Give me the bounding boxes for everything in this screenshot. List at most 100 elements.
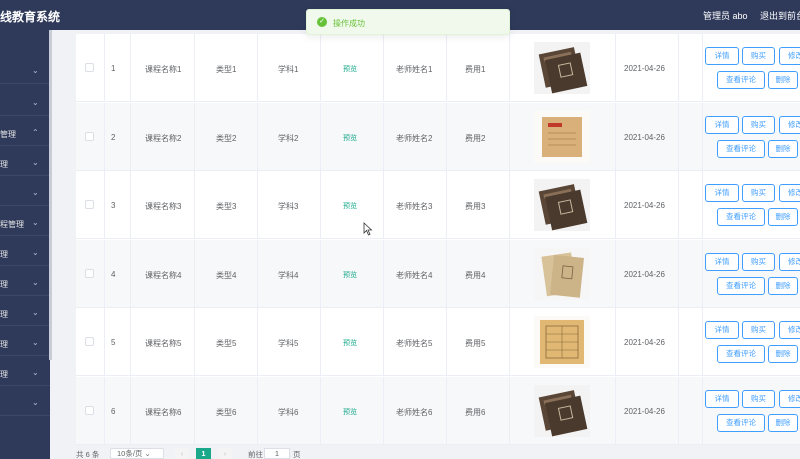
row-checkbox[interactable] [85, 405, 94, 415]
column-divider [702, 171, 703, 239]
edit-button[interactable]: 修改 [779, 47, 800, 65]
table-row: 3 课程名称3 类型3 学科3 老师姓名3 费用3 2021-04-26 预览 详情购买修改查看… [76, 171, 800, 239]
sidebar-item-label: 理 [0, 340, 8, 349]
buy-button[interactable]: 购买 [742, 47, 775, 65]
detail-button[interactable]: 详情 [705, 115, 739, 134]
detail-button[interactable]: 详情 [705, 47, 739, 65]
cell-type: 类型2 [216, 133, 237, 143]
delete-button[interactable]: 删除 [768, 345, 798, 363]
column-divider [615, 308, 616, 376]
goto-page-input[interactable]: 1 [264, 448, 290, 459]
sidebar-item[interactable]: 理 ⌄ [0, 272, 50, 296]
column-divider [130, 102, 131, 171]
delete-button[interactable]: 删除 [768, 139, 798, 158]
sidebar-scrollbar[interactable] [49, 30, 52, 360]
column-divider [320, 102, 321, 171]
column-divider [615, 239, 616, 308]
sidebar-item[interactable]: 理 ⌄ [0, 152, 50, 176]
goto-unit-label: 页 [293, 450, 301, 459]
detail-button[interactable]: 详情 [705, 321, 739, 339]
sidebar-item[interactable]: ⌄ [0, 92, 50, 116]
view-reviews-button[interactable]: 查看评论 [717, 208, 765, 226]
sidebar-item[interactable]: 理 ⌄ [0, 362, 50, 386]
buy-button[interactable]: 购买 [742, 184, 775, 202]
detail-button[interactable]: 详情 [705, 252, 739, 271]
preview-link[interactable]: 预览 [343, 407, 357, 417]
column-divider [446, 102, 447, 171]
sidebar-item[interactable]: 理 ⌄ [0, 302, 50, 326]
buy-button[interactable]: 购买 [742, 252, 775, 271]
delete-button[interactable]: 删除 [768, 276, 798, 295]
edit-button[interactable]: 修改 [779, 184, 800, 202]
edit-button[interactable]: 修改 [779, 252, 800, 271]
column-divider [383, 376, 384, 445]
detail-button[interactable]: 详情 [705, 389, 739, 408]
buy-button[interactable]: 购买 [742, 115, 775, 134]
view-reviews-button[interactable]: 查看评论 [717, 413, 765, 432]
sidebar-item[interactable]: ⌄ [0, 392, 50, 416]
chevron-icon: ⌄ [32, 308, 39, 317]
delete-button[interactable]: 删除 [768, 413, 798, 432]
row-checkbox[interactable] [85, 200, 94, 209]
preview-link[interactable]: 预览 [343, 64, 357, 74]
preview-link[interactable]: 预览 [343, 338, 357, 348]
column-divider [257, 308, 258, 376]
column-divider [194, 376, 195, 445]
column-divider [320, 308, 321, 376]
column-divider [509, 102, 510, 171]
buy-button[interactable]: 购买 [742, 389, 775, 408]
preview-link[interactable]: 预览 [343, 270, 357, 280]
column-divider [446, 308, 447, 376]
current-page-button[interactable]: 1 [196, 448, 211, 459]
sidebar-item[interactable]: 理 ⌄ [0, 332, 50, 356]
view-reviews-button[interactable]: 查看评论 [717, 345, 765, 363]
detail-button[interactable]: 详情 [705, 184, 739, 202]
page-size-select[interactable]: 10条/页 ⌄ [110, 448, 164, 459]
buy-button[interactable]: 购买 [742, 321, 775, 339]
row-checkbox[interactable] [85, 337, 94, 346]
exit-to-frontend-link[interactable]: 退出到前台 [760, 9, 800, 22]
chevron-icon: ⌄ [32, 188, 39, 197]
column-divider [702, 376, 703, 445]
sidebar-item[interactable]: 管理 ⌃ [0, 122, 50, 146]
row-checkbox[interactable] [85, 268, 94, 278]
sidebar-item[interactable]: 理 ⌄ [0, 242, 50, 266]
sidebar-item[interactable]: ⌄ [0, 60, 50, 84]
success-check-icon: ✓ [317, 17, 327, 27]
sidebar-item[interactable]: ⌄ [0, 182, 50, 206]
next-page-button[interactable]: › [218, 448, 232, 459]
prev-page-button[interactable]: ‹ [175, 448, 189, 459]
row-checkbox[interactable] [85, 131, 94, 141]
course-thumbnail [534, 316, 590, 368]
column-divider [383, 171, 384, 239]
cell-index: 5 [111, 338, 116, 347]
sidebar-item-label: 理 [0, 250, 8, 259]
preview-link[interactable]: 预览 [343, 201, 357, 211]
admin-user-label: 管理员 abo [703, 11, 748, 21]
column-divider [678, 376, 679, 445]
preview-link[interactable]: 预览 [343, 133, 357, 143]
edit-button[interactable]: 修改 [779, 115, 800, 134]
view-reviews-button[interactable]: 查看评论 [717, 71, 765, 89]
column-divider [678, 308, 679, 376]
cell-subject: 学科2 [278, 133, 299, 143]
cell-course: 课程名称5 [145, 339, 182, 348]
chevron-icon: ⌄ [32, 66, 39, 75]
cell-date: 2021-04-26 [624, 201, 665, 210]
column-divider [104, 34, 105, 102]
column-divider [194, 171, 195, 239]
column-divider [678, 171, 679, 239]
cell-date: 2021-04-26 [624, 64, 665, 73]
chevron-icon: ⌄ [32, 248, 39, 257]
view-reviews-button[interactable]: 查看评论 [717, 276, 765, 295]
delete-button[interactable]: 删除 [768, 71, 798, 89]
main-content: 1课程名称1类型1学科1老师姓名1费用12021-04-26预览详情购买修改查看… [62, 30, 800, 459]
view-reviews-button[interactable]: 查看评论 [717, 139, 765, 158]
edit-button[interactable]: 修改 [779, 321, 800, 339]
delete-button[interactable]: 删除 [768, 208, 798, 226]
column-divider [446, 376, 447, 445]
cell-teacher: 老师姓名2 [396, 133, 433, 143]
row-checkbox[interactable] [85, 63, 94, 72]
sidebar-item[interactable]: 程管理 ⌄ [0, 212, 50, 236]
edit-button[interactable]: 修改 [779, 389, 800, 408]
